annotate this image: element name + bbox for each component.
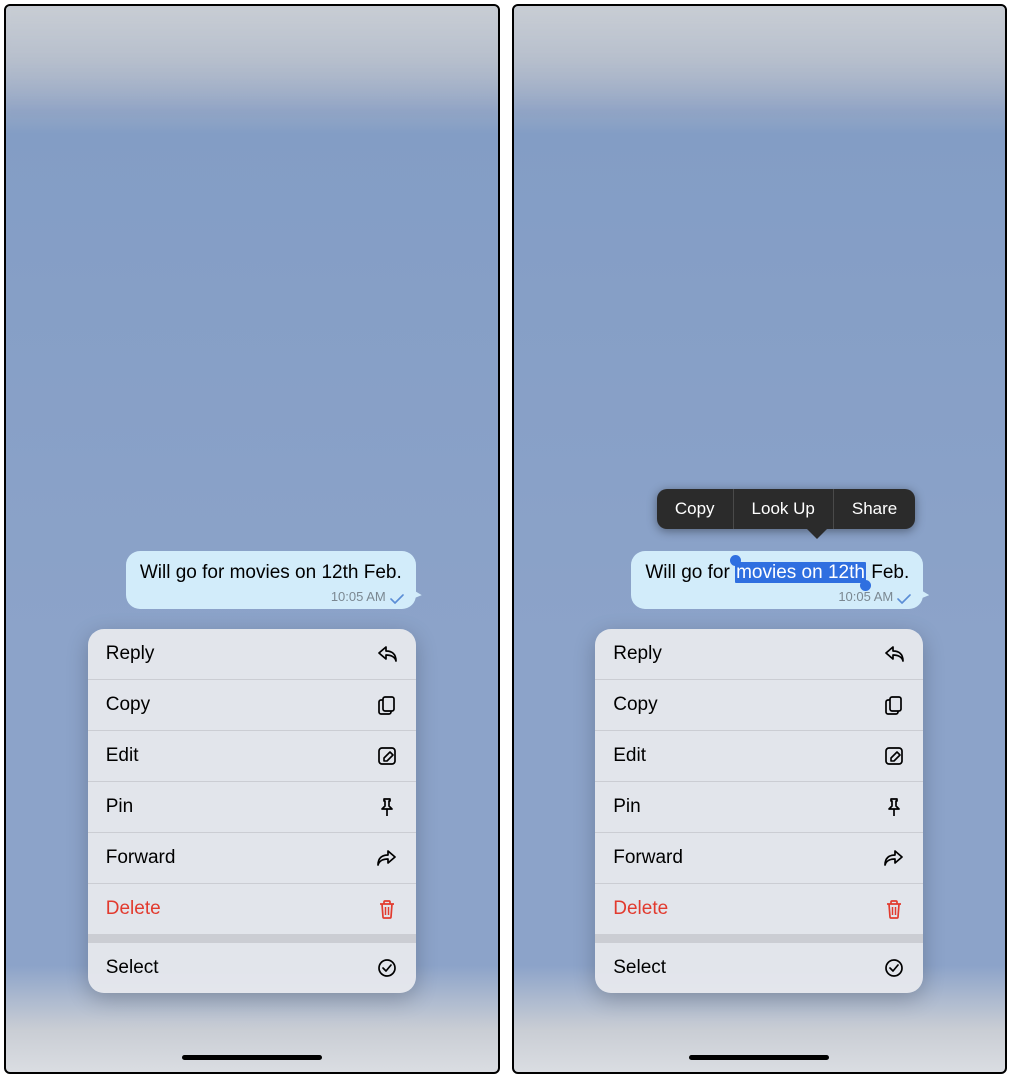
menu-item-copy[interactable]: Copy [88,680,416,731]
menu-label: Edit [106,745,139,767]
menu-item-pin[interactable]: Pin [88,782,416,833]
edit-icon [376,745,398,767]
menu-separator [88,935,416,943]
menu-item-forward[interactable]: Forward [595,833,923,884]
selection-handle-start[interactable] [730,555,741,566]
select-icon [883,957,905,979]
delivered-check-icon [390,592,404,602]
selection-copy[interactable]: Copy [657,489,733,529]
home-indicator[interactable] [182,1055,322,1060]
selection-share[interactable]: Share [833,489,915,529]
menu-label: Copy [613,694,657,716]
menu-label: Reply [106,643,155,665]
menu-label: Delete [613,898,668,920]
menu-label: Delete [106,898,161,920]
menu-item-select[interactable]: Select [88,943,416,993]
menu-item-delete[interactable]: Delete [88,884,416,935]
menu-label: Pin [613,796,640,818]
menu-item-edit[interactable]: Edit [595,731,923,782]
message-meta: 10:05 AM [331,589,404,605]
select-icon [376,957,398,979]
menu-label: Reply [613,643,662,665]
reply-icon [883,643,905,665]
home-indicator[interactable] [689,1055,829,1060]
menu-label: Forward [613,847,683,869]
menu-label: Pin [106,796,133,818]
selection-lookup[interactable]: Look Up [733,489,833,529]
pin-icon [883,796,905,818]
pin-icon [376,796,398,818]
context-menu: Reply Copy Edit Pin Forward Delete [88,629,416,993]
forward-icon [883,847,905,869]
message-bubble-outgoing[interactable]: Will go for movies on 12th Feb. 10:05 AM [88,551,416,609]
menu-item-forward[interactable]: Forward [88,833,416,884]
menu-label: Copy [106,694,150,716]
menu-item-reply[interactable]: Reply [595,629,923,680]
message-bubble-outgoing[interactable]: Copy Look Up Share Will go for movies on… [595,551,923,609]
menu-label: Edit [613,745,646,767]
message-text: Will go for movies on 12th Feb. [140,562,402,583]
menu-item-select[interactable]: Select [595,943,923,993]
message-time: 10:05 AM [331,589,386,605]
trash-icon [376,898,398,920]
blurred-header [6,6,498,116]
screenshot-right: Copy Look Up Share Will go for movies on… [512,4,1008,1074]
screenshot-left: Will go for movies on 12th Feb. 10:05 AM… [4,4,500,1074]
message-text-selected[interactable]: movies on 12th [735,562,866,583]
menu-label: Select [613,957,666,979]
message-text-after: Feb. [866,562,909,583]
menu-separator [595,935,923,943]
message-time: 10:05 AM [838,589,893,605]
menu-item-copy[interactable]: Copy [595,680,923,731]
reply-icon [376,643,398,665]
forward-icon [376,847,398,869]
menu-item-edit[interactable]: Edit [88,731,416,782]
delivered-check-icon [897,592,911,602]
blurred-header [514,6,1006,116]
copy-icon [376,694,398,716]
edit-icon [883,745,905,767]
context-menu: Reply Copy Edit Pin Forward Delete [595,629,923,993]
message-meta: 10:05 AM [838,589,911,605]
message-text-before: Will go for [645,562,735,583]
copy-icon [883,694,905,716]
menu-item-pin[interactable]: Pin [595,782,923,833]
menu-label: Select [106,957,159,979]
menu-item-reply[interactable]: Reply [88,629,416,680]
trash-icon [883,898,905,920]
menu-label: Forward [106,847,176,869]
text-selection-menu: Copy Look Up Share [657,489,915,529]
menu-item-delete[interactable]: Delete [595,884,923,935]
